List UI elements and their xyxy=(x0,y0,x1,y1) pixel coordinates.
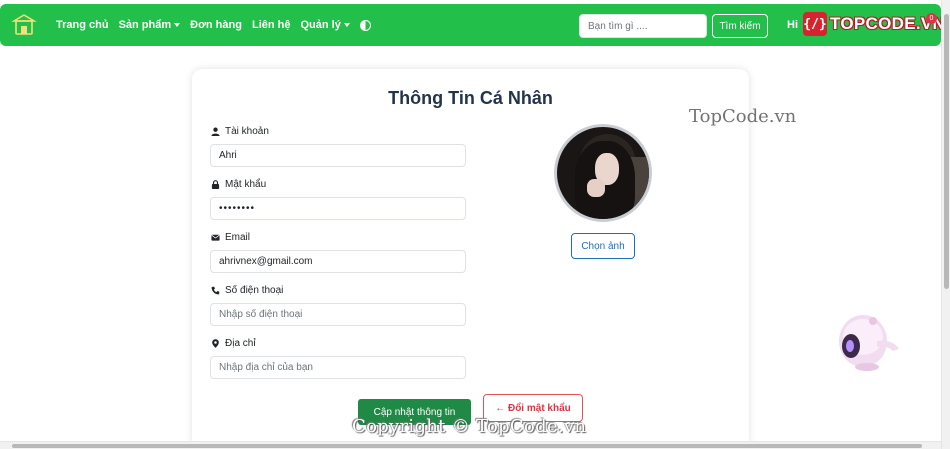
password-field[interactable] xyxy=(210,197,466,220)
profile-card: Thông Tin Cá Nhân Tài khoản Mật khẩu Ema… xyxy=(192,69,749,449)
account-field[interactable] xyxy=(210,144,466,167)
page-title: Thông Tin Cá Nhân xyxy=(388,88,553,108)
nav-link-manage[interactable]: Quản lý xyxy=(300,19,350,31)
user-icon xyxy=(211,127,220,136)
navbar: Trang chủ Sản phẩm Đơn hàng Liên hệ Quản… xyxy=(0,4,941,46)
phone-field[interactable] xyxy=(210,303,466,326)
account-label: Tài khoản xyxy=(211,126,269,137)
map-marker-icon xyxy=(212,339,219,348)
watermark-side: TopCode.vn xyxy=(689,106,797,127)
nav-link-products[interactable]: Sản phẩm xyxy=(119,19,181,31)
topcode-logo: {/} TOPCODE.VN xyxy=(803,11,945,37)
horizontal-scroll-thumb[interactable] xyxy=(12,444,922,448)
password-label-text: Mật khẩu xyxy=(225,179,267,190)
address-label: Địa chỉ xyxy=(211,338,256,349)
phone-icon xyxy=(211,286,220,295)
nav-links: Trang chủ Sản phẩm Đơn hàng Liên hệ Quản… xyxy=(56,4,371,46)
caret-down-icon xyxy=(343,23,350,27)
vertical-scrollbar[interactable] xyxy=(941,0,950,449)
avatar xyxy=(554,124,652,222)
address-label-text: Địa chỉ xyxy=(225,338,256,349)
vertical-scroll-thumb[interactable] xyxy=(944,14,949,289)
password-label: Mật khẩu xyxy=(211,179,266,190)
nav-link-contact[interactable]: Liên hệ xyxy=(252,19,291,31)
contrast-icon[interactable] xyxy=(359,19,371,31)
topcode-logo-mark: {/} xyxy=(803,12,827,36)
nav-link-label: Liên hệ xyxy=(251,19,291,31)
nav-link-orders[interactable]: Đơn hàng xyxy=(190,19,242,31)
search-button[interactable]: Tìm kiếm xyxy=(712,14,768,38)
envelope-icon xyxy=(211,234,220,241)
nav-link-label: Sản phẩm xyxy=(118,19,172,31)
lock-icon xyxy=(211,180,220,189)
search-input[interactable] xyxy=(579,14,707,38)
address-field[interactable] xyxy=(210,356,466,379)
email-label-text: Email xyxy=(225,232,251,243)
choose-image-button[interactable]: Chọn ảnh xyxy=(571,233,635,259)
nav-link-label: Quản lý xyxy=(300,19,341,31)
account-label-text: Tài khoản xyxy=(225,126,269,137)
phone-label: Số điện thoại xyxy=(211,285,283,296)
shop-logo-icon[interactable] xyxy=(8,9,40,41)
nav-link-label: Trang chủ xyxy=(56,19,109,31)
nav-link-home[interactable]: Trang chủ xyxy=(56,19,109,31)
caret-down-icon xyxy=(174,23,181,27)
email-field[interactable] xyxy=(210,250,466,273)
horizontal-scrollbar[interactable] xyxy=(0,441,941,449)
greeting-text: Hi xyxy=(787,19,798,31)
watermark-bottom: Copyright © TopCode.vn xyxy=(352,416,587,437)
email-label: Email xyxy=(211,232,250,243)
cart-count-badge[interactable]: 0 xyxy=(926,13,937,24)
nav-link-label: Đơn hàng xyxy=(190,19,242,31)
phone-label-text: Số điện thoại xyxy=(225,285,284,296)
chatbot-robot-icon[interactable] xyxy=(833,311,907,373)
